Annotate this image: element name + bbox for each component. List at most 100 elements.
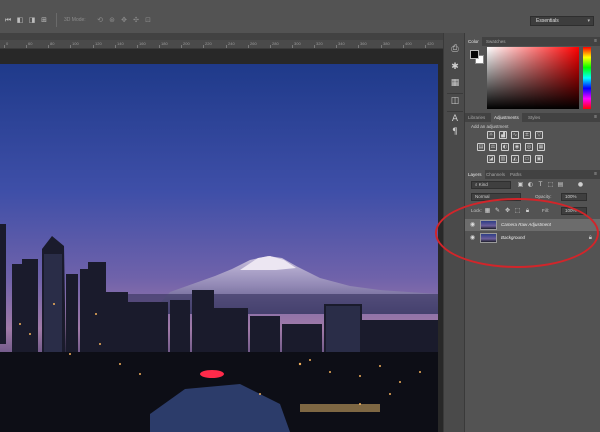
ruler-number: 320 — [316, 41, 323, 46]
filter-toggle-icon[interactable]: ● — [577, 181, 584, 188]
history-icon[interactable]: ⎙ — [449, 43, 461, 55]
channel-mixer-icon[interactable]: ◎ — [525, 143, 533, 151]
chevron-down-icon: ▾ — [587, 18, 590, 24]
dock-divider — [447, 111, 463, 112]
scale-icon[interactable]: ⊡ — [144, 16, 152, 24]
ruler-tick — [159, 45, 160, 48]
artboard-autonest-icon[interactable]: ⬚ — [514, 207, 521, 214]
ruler-tick — [4, 45, 5, 48]
roll-icon[interactable]: ⊛ — [108, 16, 116, 24]
tab-styles[interactable]: Styles — [525, 113, 543, 122]
slide-icon[interactable]: ✣ — [132, 16, 140, 24]
ruler-number: 140 — [117, 41, 124, 46]
tab-libraries[interactable]: Libraries — [465, 113, 488, 122]
dock-divider — [447, 93, 463, 94]
hue-slider[interactable] — [583, 47, 591, 109]
layers-panel-tabs: Layers Channels Paths ≡ — [465, 170, 600, 179]
selective-color-icon[interactable]: ▣ — [535, 155, 543, 163]
color-balance-icon[interactable]: ⚖ — [489, 143, 497, 151]
tab-color[interactable]: Color — [465, 37, 482, 46]
fill-field[interactable]: 100% — [561, 207, 587, 215]
ruler-number: 240 — [228, 41, 235, 46]
pan-icon[interactable]: ✥ — [120, 16, 128, 24]
lock-all-icon[interactable]: 🔒︎ — [524, 207, 531, 214]
lock-position-icon[interactable]: ✥ — [504, 207, 511, 214]
gradient-map-icon[interactable]: ▭ — [523, 155, 531, 163]
clone-source-icon[interactable]: ▦ — [449, 77, 461, 89]
panel-menu-icon[interactable]: ≡ — [594, 171, 597, 177]
brush-settings-icon[interactable]: ✱ — [449, 61, 461, 73]
ruler-tick — [48, 45, 49, 48]
invert-icon[interactable]: ◪ — [487, 155, 495, 163]
panel-menu-icon[interactable]: ≡ — [594, 114, 597, 120]
character-icon[interactable]: A — [449, 113, 461, 125]
threshold-icon[interactable]: ◭ — [511, 155, 519, 163]
orbit-icon[interactable]: ⟲ — [96, 16, 104, 24]
align-left-icon[interactable]: ◧ — [16, 16, 24, 24]
curves-icon[interactable]: ∿ — [511, 131, 519, 139]
canvas-area[interactable] — [0, 49, 443, 432]
layer-row-camera-raw[interactable]: ◉ Camera Raw Adjustment — [465, 219, 600, 231]
blend-mode-value: Normal — [475, 194, 490, 199]
ruler-tick — [70, 45, 71, 48]
horizontal-ruler[interactable]: 0 60 80 100 120 140 160 180 200 220 240 260 280 300 32… — [0, 40, 443, 49]
city-skyline-photo — [0, 64, 438, 432]
blend-mode-select[interactable]: Normal — [471, 193, 521, 201]
filter-shape-icon[interactable]: ⬚ — [547, 181, 554, 188]
ruler-tick — [336, 45, 337, 48]
ruler-tick — [115, 45, 116, 48]
layer-filter-select[interactable]: ⌕ Kind — [471, 181, 511, 189]
hue-saturation-icon[interactable]: ▤ — [477, 143, 485, 151]
ruler-number: 60 — [28, 41, 33, 46]
filter-adjustment-icon[interactable]: ◐ — [527, 181, 534, 188]
tab-layers[interactable]: Layers — [465, 170, 485, 179]
adjustments-heading: Add an adjustment — [471, 124, 509, 129]
layer-name: Camera Raw Adjustment — [501, 222, 551, 227]
filter-pixel-icon[interactable]: ▣ — [517, 181, 524, 188]
foreground-color-swatch[interactable] — [470, 50, 479, 59]
ruler-number: 220 — [205, 41, 212, 46]
tab-channels[interactable]: Channels — [483, 170, 508, 179]
paragraph-icon[interactable]: ¶ — [449, 126, 461, 138]
panel-menu-icon[interactable]: ≡ — [594, 38, 597, 44]
filter-kind-label: Kind — [478, 182, 488, 187]
exposure-icon[interactable]: ± — [523, 131, 531, 139]
ruler-tick — [226, 45, 227, 48]
color-lookup-icon[interactable]: ▦ — [537, 143, 545, 151]
color-picker-field[interactable] — [487, 47, 579, 109]
black-white-icon[interactable]: ◐ — [501, 143, 509, 151]
opacity-value: 100% — [565, 194, 577, 199]
align-right-icon[interactable]: ◨ — [28, 16, 36, 24]
lock-transparent-icon[interactable]: ▦ — [484, 207, 491, 214]
ruler-number: 100 — [72, 41, 79, 46]
opacity-field[interactable]: 100% — [561, 193, 587, 201]
ruler-tick — [203, 45, 204, 48]
ruler-tick — [248, 45, 249, 48]
layer-name: Background — [501, 235, 526, 240]
align-center-icon[interactable]: ⊞ — [40, 16, 48, 24]
brightness-contrast-icon[interactable]: ☼ — [487, 131, 495, 139]
photo-filter-icon[interactable]: ◉ — [513, 143, 521, 151]
tab-paths[interactable]: Paths — [507, 170, 525, 179]
ruler-number: 340 — [338, 41, 345, 46]
properties-icon[interactable]: ◫ — [449, 95, 461, 107]
layer-thumbnail — [480, 233, 497, 243]
posterize-icon[interactable]: ▥ — [499, 155, 507, 163]
visibility-eye-icon[interactable]: ◉ — [469, 221, 476, 228]
vibrance-icon[interactable]: ▽ — [535, 131, 543, 139]
ruler-tick — [26, 45, 27, 48]
ruler-tick — [403, 45, 404, 48]
tool-preset-icon[interactable]: ⏮ — [4, 16, 12, 24]
ruler-number: 0 — [6, 41, 9, 46]
canvas-image[interactable] — [0, 64, 438, 432]
workspace-switcher[interactable]: Essentials ▾ — [530, 16, 594, 26]
tab-swatches[interactable]: Swatches — [483, 37, 509, 46]
visibility-eye-icon[interactable]: ◉ — [469, 234, 476, 241]
layer-row-background[interactable]: ◉ Background 🔒︎ — [465, 232, 600, 244]
lock-image-icon[interactable]: ✎ — [494, 207, 501, 214]
filter-type-icon[interactable]: T — [537, 181, 544, 188]
levels-icon[interactable]: ▟ — [499, 131, 507, 139]
lock-label: Lock: — [471, 208, 482, 213]
tab-adjustments[interactable]: Adjustments — [491, 113, 522, 122]
filter-smart-object-icon[interactable]: ▤ — [557, 181, 564, 188]
